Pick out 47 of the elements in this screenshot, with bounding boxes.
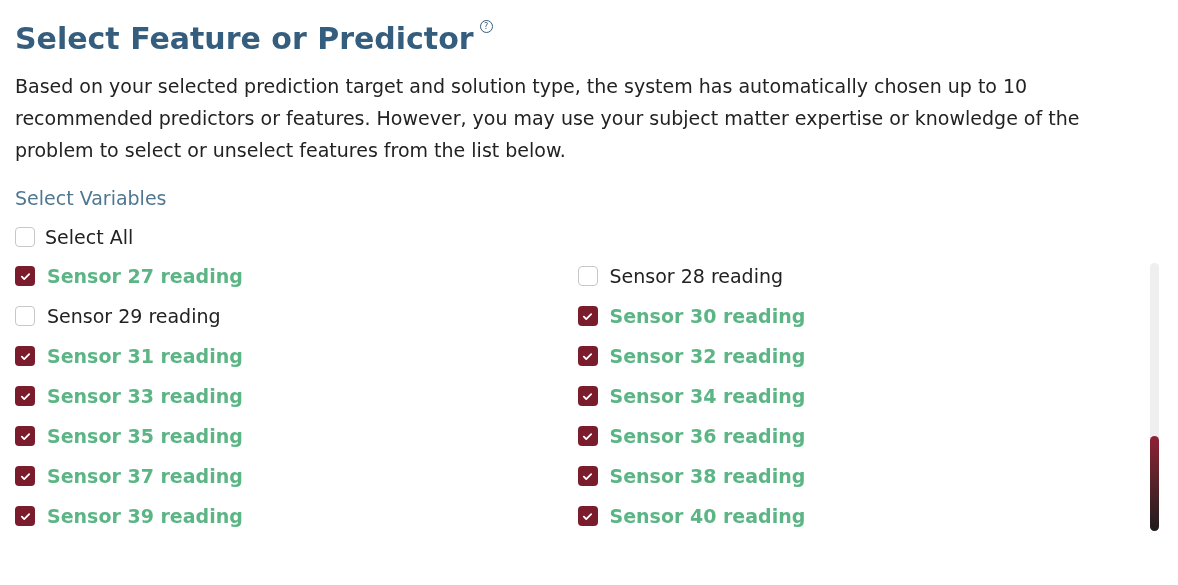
checkbox-label: Sensor 33 reading <box>47 383 243 409</box>
check-icon <box>582 390 593 402</box>
checkbox[interactable] <box>577 306 598 326</box>
checkbox-label: Sensor 27 reading <box>47 263 243 289</box>
check-icon <box>19 510 31 522</box>
checkbox[interactable] <box>15 266 35 286</box>
checkbox-label: Sensor 40 reading <box>609 503 806 529</box>
checkbox[interactable] <box>15 226 35 247</box>
checkbox[interactable] <box>577 506 598 526</box>
section-label: Select Variables <box>15 186 167 211</box>
checkbox-label: Sensor 34 reading <box>609 383 806 409</box>
checkbox[interactable] <box>15 346 35 366</box>
checkbox-label: Sensor 38 reading <box>609 463 806 489</box>
check-icon <box>582 350 593 362</box>
checkbox[interactable] <box>577 466 598 486</box>
checkbox-label: Select All <box>45 224 134 250</box>
checkbox[interactable] <box>15 426 35 446</box>
checkbox[interactable] <box>15 466 35 486</box>
checkbox[interactable] <box>15 306 35 326</box>
checkbox-label: Sensor 35 reading <box>47 423 243 449</box>
check-icon <box>582 430 593 442</box>
checkbox[interactable] <box>577 346 598 366</box>
checkbox-label: Sensor 28 reading <box>609 263 784 289</box>
check-icon <box>19 470 31 482</box>
checkbox-label: Sensor 36 reading <box>609 423 806 449</box>
checkbox[interactable] <box>577 426 598 446</box>
check-icon <box>582 470 593 482</box>
check-icon <box>19 390 31 402</box>
check-icon <box>582 510 593 522</box>
scrollbar-thumb[interactable] <box>1150 436 1159 531</box>
check-icon <box>19 430 31 442</box>
check-icon <box>19 270 31 282</box>
checkbox-label: Sensor 30 reading <box>609 303 806 329</box>
page-title: Select Feature or Predictor <box>15 20 474 58</box>
checkbox[interactable] <box>577 266 598 286</box>
check-icon <box>19 350 31 362</box>
checkbox-label: Sensor 39 reading <box>47 503 243 529</box>
check-icon <box>582 310 593 322</box>
checkbox-label: Sensor 29 reading <box>47 303 221 329</box>
checkbox-label: Sensor 31 reading <box>47 343 243 369</box>
checkbox-label: Sensor 32 reading <box>609 343 806 369</box>
checkbox[interactable] <box>577 386 598 406</box>
checkbox-label: Sensor 37 reading <box>47 463 243 489</box>
scrollbar-track[interactable] <box>1150 263 1159 531</box>
checkbox[interactable] <box>15 506 35 526</box>
checkbox[interactable] <box>15 386 35 406</box>
description: Based on your selected prediction target and solution type, the system has automatically chosen up to 10 recommended predictors or features. However, you may use your subject matter expertise or knowledge of the problem to select or unselect features from the list below. <box>15 74 1080 163</box>
